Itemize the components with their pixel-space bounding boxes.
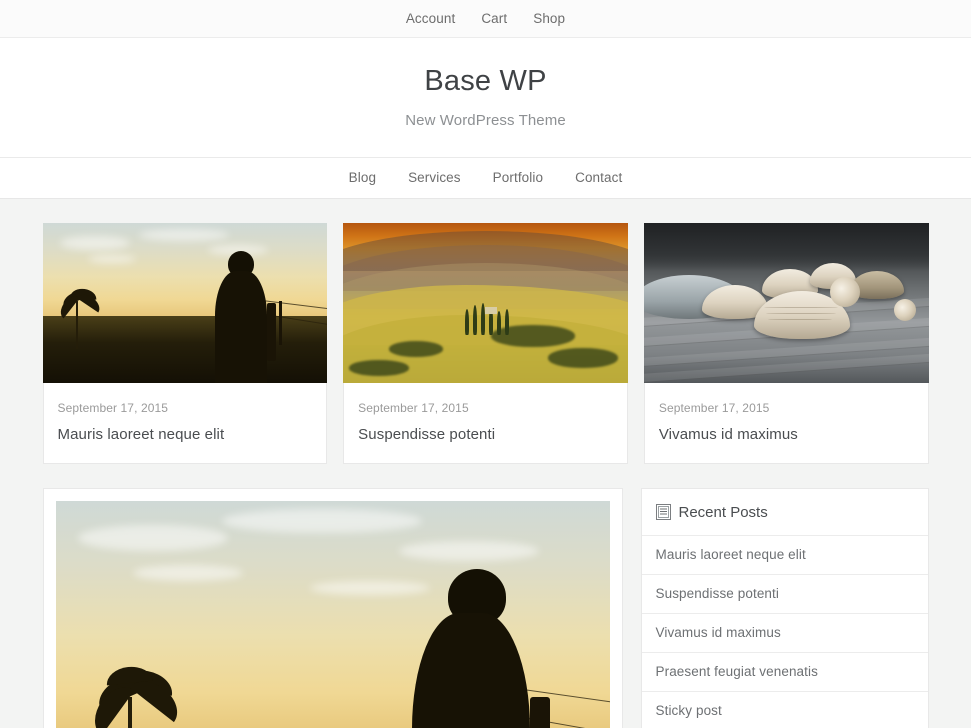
list-item[interactable]: Vivamus id maximus bbox=[641, 614, 928, 653]
site-tagline: New WordPress Theme bbox=[405, 111, 566, 129]
featured-post-date: September 17, 2015 bbox=[358, 400, 469, 415]
featured-posts-grid: September 17, 2015 Mauris laoreet neque … bbox=[42, 222, 929, 464]
lower-section: Recent Posts Mauris laoreet neque elit S… bbox=[42, 487, 929, 728]
list-item[interactable]: Mauris laoreet neque elit bbox=[641, 536, 928, 575]
site-header: Base WP New WordPress Theme bbox=[0, 38, 971, 158]
featured-post-title[interactable]: Suspendisse potenti bbox=[358, 426, 613, 443]
list-item[interactable]: Sticky post bbox=[642, 692, 928, 728]
widget-title-label: Recent Posts bbox=[678, 503, 768, 521]
main-navigation: Blog Services Portfolio Contact bbox=[349, 170, 623, 185]
widget-recent-posts: Recent Posts Mauris laoreet neque elit S… bbox=[640, 487, 929, 728]
featured-post-meta: September 17, 2015 Vivamus id maximus bbox=[643, 382, 929, 464]
featured-thumbnail-seashells-on-wood-photo[interactable] bbox=[643, 222, 929, 383]
recent-post-link[interactable]: Suspendisse potenti bbox=[642, 575, 928, 613]
site-title[interactable]: Base WP bbox=[0, 64, 971, 99]
list-item[interactable]: Praesent feugiat venenatis bbox=[641, 653, 928, 692]
content-container: September 17, 2015 Mauris laoreet neque … bbox=[42, 222, 929, 728]
widget-title: Recent Posts bbox=[641, 489, 928, 536]
featured-post-card[interactable]: September 17, 2015 Mauris laoreet neque … bbox=[42, 222, 328, 464]
nav-link-portfolio[interactable]: Portfolio bbox=[493, 170, 543, 185]
nav-link-services[interactable]: Services bbox=[408, 170, 461, 185]
recent-post-link[interactable]: Vivamus id maximus bbox=[642, 614, 928, 652]
recent-post-link[interactable]: Sticky post bbox=[642, 692, 928, 728]
featured-post-date: September 17, 2015 bbox=[658, 400, 770, 415]
main-post-featured-image-sunset-silhouette-photo[interactable] bbox=[55, 500, 610, 728]
page-body: September 17, 2015 Mauris laoreet neque … bbox=[0, 199, 971, 728]
sidebar: Recent Posts Mauris laoreet neque elit S… bbox=[640, 487, 929, 728]
featured-thumbnail-sunset-silhouette-photo[interactable] bbox=[42, 222, 328, 383]
featured-post-meta: September 17, 2015 Suspendisse potenti bbox=[343, 382, 628, 464]
featured-post-meta: September 17, 2015 Mauris laoreet neque … bbox=[42, 382, 328, 464]
topbar-link-shop[interactable]: Shop bbox=[533, 11, 565, 26]
nav-link-blog[interactable]: Blog bbox=[349, 170, 376, 185]
main-post-card[interactable] bbox=[42, 487, 623, 728]
nav-link-contact[interactable]: Contact bbox=[575, 170, 622, 185]
recent-post-link[interactable]: Mauris laoreet neque elit bbox=[642, 536, 928, 574]
top-utility-nav: Account Cart Shop bbox=[406, 11, 565, 26]
recent-post-link[interactable]: Praesent feugiat venenatis bbox=[642, 653, 928, 691]
topbar-link-cart[interactable]: Cart bbox=[481, 11, 507, 26]
main-navigation-bar: Blog Services Portfolio Contact bbox=[0, 157, 971, 199]
featured-post-date: September 17, 2015 bbox=[57, 400, 169, 415]
featured-thumbnail-tuscany-hills-photo[interactable] bbox=[343, 222, 628, 383]
list-item[interactable]: Suspendisse potenti bbox=[641, 575, 928, 614]
recent-posts-list: Mauris laoreet neque elit Suspendisse po… bbox=[641, 536, 928, 728]
top-utility-bar: Account Cart Shop bbox=[0, 0, 971, 38]
topbar-link-account[interactable]: Account bbox=[406, 11, 455, 26]
featured-post-card[interactable]: September 17, 2015 Suspendisse potenti bbox=[343, 222, 628, 464]
featured-post-card[interactable]: September 17, 2015 Vivamus id maximus bbox=[643, 222, 929, 464]
featured-post-title[interactable]: Mauris laoreet neque elit bbox=[58, 426, 313, 443]
featured-post-title[interactable]: Vivamus id maximus bbox=[659, 426, 914, 443]
document-list-icon bbox=[655, 504, 671, 521]
